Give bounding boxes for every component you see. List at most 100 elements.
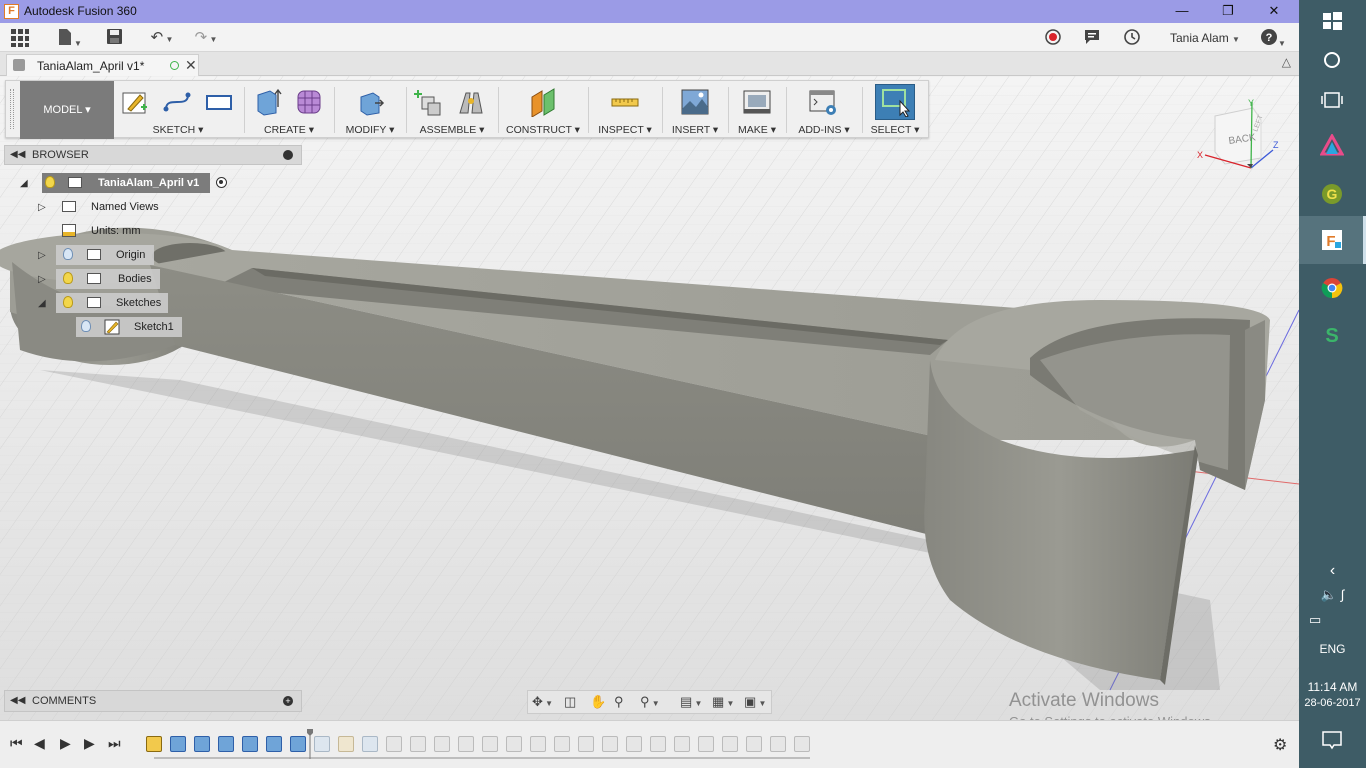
3d-print-icon[interactable] [742, 87, 772, 117]
timeline-suppressed-feature-icon[interactable] [650, 736, 666, 752]
timeline-suppressed-feature-icon[interactable] [602, 736, 618, 752]
collapse-ribbon-icon[interactable]: △ [1282, 55, 1291, 69]
add-comment-icon[interactable]: + [283, 696, 293, 706]
file-menu-icon[interactable]: ▼ [54, 28, 84, 48]
browser-root-row[interactable]: ◢ TaniaAlam_April v1 [20, 173, 240, 193]
timeline-suppressed-sketch-icon[interactable] [338, 736, 354, 752]
viewports-icon[interactable]: ▣ ▼ [744, 694, 766, 710]
timeline-suppressed-feature-icon[interactable] [794, 736, 810, 752]
show-hidden-icons-chevron[interactable]: ‹ [1299, 562, 1366, 580]
ribbon-grip[interactable] [10, 89, 14, 129]
workspace-switcher[interactable]: MODEL ▾ [20, 81, 114, 139]
create-sketch-icon[interactable] [120, 87, 150, 117]
cortana-search-icon[interactable] [1320, 48, 1344, 72]
measure-icon[interactable] [610, 87, 640, 117]
zoom-icon[interactable]: ⚲ [614, 694, 624, 710]
user-account-menu[interactable]: Tania Alam ▼ [1170, 31, 1240, 45]
undo-icon[interactable]: ↶ ▼ [146, 28, 178, 48]
grid-settings-icon[interactable]: ▦ ▼ [712, 694, 734, 710]
assemble-group-label[interactable]: ASSEMBLE ▾ [408, 124, 496, 136]
visibility-bulb-off-icon[interactable] [63, 248, 73, 260]
insert-group-label[interactable]: INSERT ▾ [664, 124, 726, 136]
fit-window-icon[interactable]: ⚲ ▼ [640, 694, 660, 710]
timeline-suppressed-feature-icon[interactable] [458, 736, 474, 752]
timeline-suppressed-feature-icon[interactable] [554, 736, 570, 752]
battery-icon[interactable]: ▭ [1299, 612, 1366, 628]
timeline-suppressed-feature-icon[interactable] [698, 736, 714, 752]
timeline-extrude-icon[interactable] [242, 736, 258, 752]
assemble-group[interactable]: ASSEMBLE ▾ [408, 81, 496, 139]
add-ins-group[interactable]: ADD-INS ▾ [788, 81, 860, 139]
fusion360-app-icon[interactable]: F [1320, 228, 1344, 252]
visibility-bulb-icon[interactable] [45, 176, 55, 188]
timeline-extrude-icon[interactable] [266, 736, 282, 752]
timeline-track[interactable] [154, 757, 810, 759]
step-back-icon[interactable]: ◀ [34, 735, 45, 752]
timeline-suppressed-feature-icon[interactable] [746, 736, 762, 752]
timeline-settings-gear-icon[interactable]: ⚙ [1273, 735, 1287, 755]
new-component-icon[interactable] [414, 87, 444, 117]
timeline-suppressed-feature-icon[interactable] [722, 736, 738, 752]
select-group[interactable]: SELECT ▾ [864, 81, 926, 139]
rectangle-sketch-icon[interactable] [204, 87, 234, 117]
play-icon[interactable]: ▶ [60, 735, 71, 752]
volume-and-network-icons[interactable]: 🔈 ∫ [1299, 587, 1366, 603]
timeline-marker[interactable] [307, 729, 313, 759]
action-center-icon[interactable] [1320, 728, 1344, 752]
orbit-icon[interactable]: ✥ ▼ [532, 694, 553, 710]
create-group[interactable]: CREATE ▾ [246, 81, 332, 139]
timeline-suppressed-feature-icon[interactable] [386, 736, 402, 752]
timeline-suppressed-feature-icon[interactable] [482, 736, 498, 752]
help-icon[interactable]: ? ▼ [1257, 28, 1289, 48]
collapse-triangle-icon[interactable]: ◢ [38, 298, 46, 309]
construct-group-label[interactable]: CONSTRUCT ▾ [500, 124, 586, 136]
viewcube[interactable]: BACK LEFT X Y Z [1195, 98, 1285, 178]
timeline-extrude-icon[interactable] [170, 736, 186, 752]
select-tool-icon[interactable] [880, 87, 910, 117]
redo-icon[interactable]: ↷ ▼ [190, 28, 222, 48]
add-ins-group-label[interactable]: ADD-INS ▾ [788, 124, 860, 136]
look-at-icon[interactable]: ◫ [564, 694, 576, 710]
create-group-label[interactable]: CREATE ▾ [246, 124, 332, 136]
line-sketch-icon[interactable] [162, 87, 192, 117]
data-panel-grid-icon[interactable] [10, 28, 30, 48]
select-group-label[interactable]: SELECT ▾ [864, 124, 926, 136]
timeline-suppressed-feature-icon[interactable] [770, 736, 786, 752]
joint-icon[interactable] [456, 87, 486, 117]
browser-panel-header[interactable]: ◀◀ BROWSER [4, 145, 302, 165]
display-settings-icon[interactable]: ▤ ▼ [680, 694, 702, 710]
browser-item-named-views[interactable]: ▷ Named Views [38, 197, 178, 217]
restore-button[interactable]: ❐ [1205, 0, 1251, 23]
timeline-suppressed-feature-icon[interactable] [410, 736, 426, 752]
sketch-group-label[interactable]: SKETCH ▾ [114, 124, 242, 136]
windows-start-icon[interactable] [1320, 9, 1344, 33]
record-icon[interactable] [1044, 28, 1062, 48]
insert-image-icon[interactable] [680, 87, 710, 117]
make-group-label[interactable]: MAKE ▾ [730, 124, 784, 136]
timeline-extrude-icon[interactable] [290, 736, 306, 752]
visibility-bulb-off-icon[interactable] [81, 320, 91, 332]
modify-group-label[interactable]: MODIFY ▾ [336, 124, 404, 136]
collapse-browser-icon[interactable]: ◀◀ [10, 149, 25, 160]
close-window-button[interactable]: ✕ [1251, 0, 1297, 23]
browser-item-sketch1[interactable]: Sketch1 [76, 317, 196, 337]
browser-item-units[interactable]: Units: mm [38, 221, 178, 241]
green-g-app-icon[interactable]: G [1320, 182, 1344, 206]
autodesk-app-icon[interactable] [1320, 134, 1344, 158]
browser-minimize-icon[interactable] [283, 150, 293, 160]
timeline-suppressed-feature-icon[interactable] [434, 736, 450, 752]
document-tab[interactable]: TaniaAlam_April v1* ✕ [6, 54, 199, 76]
task-view-icon[interactable] [1320, 88, 1344, 112]
visibility-bulb-icon[interactable] [63, 272, 73, 284]
press-pull-icon[interactable] [355, 87, 385, 117]
scripts-add-ins-icon[interactable] [808, 87, 838, 117]
form-create-icon[interactable] [294, 87, 324, 117]
go-to-end-icon[interactable]: ⏭ [108, 735, 121, 752]
clock-date[interactable]: 28-06-2017 [1299, 697, 1366, 709]
extrude-icon[interactable] [252, 87, 282, 117]
expand-triangle-icon[interactable]: ▷ [38, 202, 46, 213]
timeline-suppressed-feature-icon[interactable] [506, 736, 522, 752]
timeline-suppressed-feature-icon[interactable] [530, 736, 546, 752]
offset-plane-icon[interactable] [528, 87, 558, 117]
visibility-bulb-icon[interactable] [63, 296, 73, 308]
